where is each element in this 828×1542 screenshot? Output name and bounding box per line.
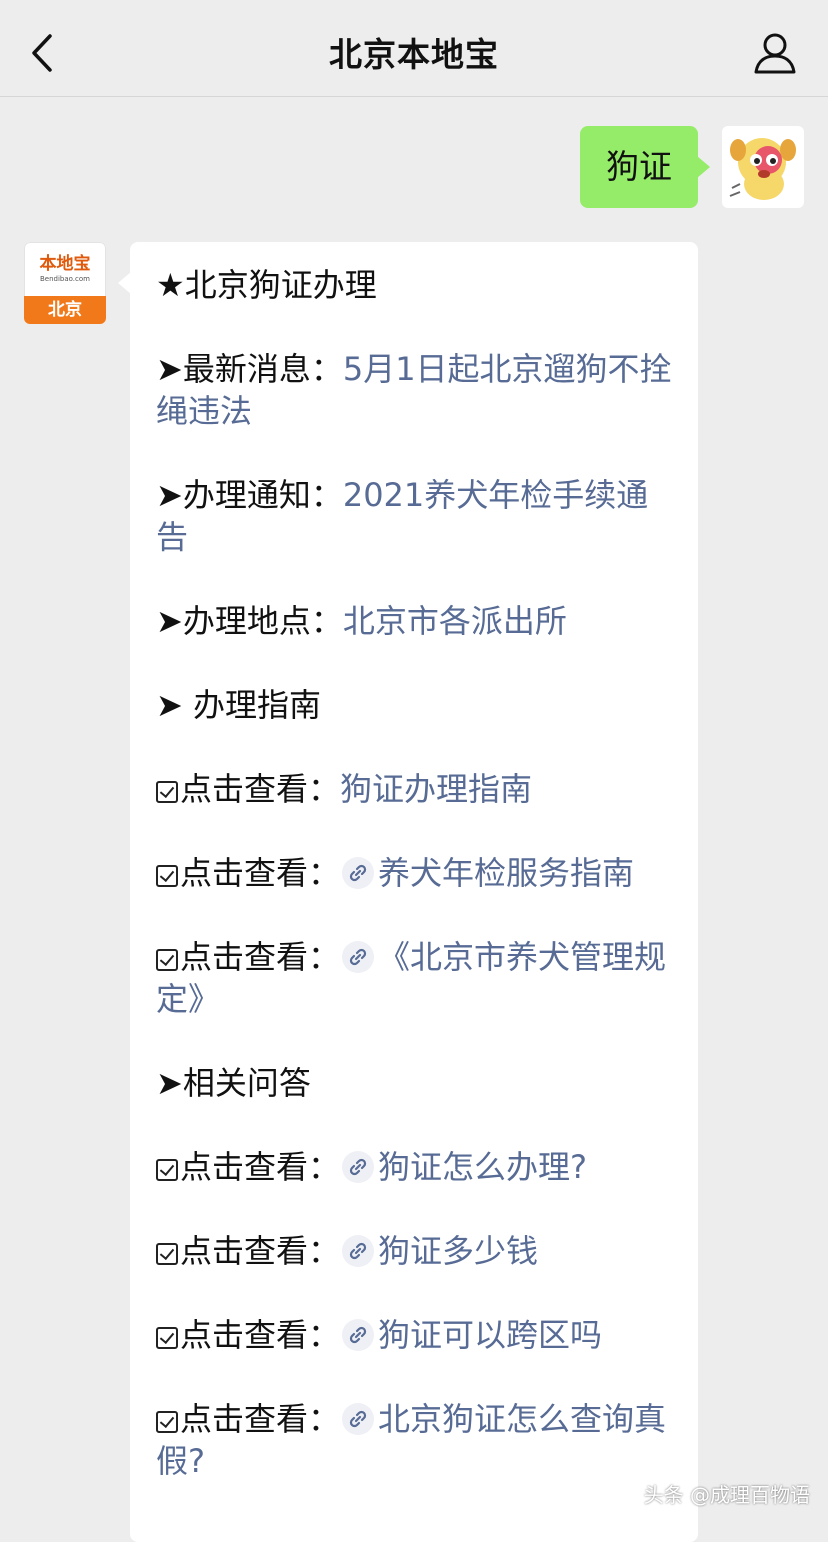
list-item: 点击查看： 狗证可以跨区吗 <box>156 1314 672 1356</box>
page-title: 北京本地宝 <box>329 35 499 74</box>
list-item: 点击查看： 《北京市养犬管理规定》 <box>156 936 672 1020</box>
bot-avatar[interactable]: 本地宝 Bendibao.com 北京 <box>24 242 106 324</box>
checkbox-icon <box>156 1159 178 1181</box>
bot-logo-text: 本地宝 <box>39 254 91 274</box>
list-item: 点击查看： 北京狗证怎么查询真假? <box>156 1398 672 1482</box>
checkbox-icon <box>156 949 178 971</box>
link-icon <box>342 1319 375 1351</box>
checkbox-icon <box>156 865 178 887</box>
checkbox-icon <box>156 781 178 803</box>
item-link[interactable]: 狗证多少钱 <box>378 1232 538 1270</box>
bot-logo: 本地宝 Bendibao.com <box>24 242 106 296</box>
checkbox-icon <box>156 1243 178 1265</box>
list-item: 点击查看： 狗证怎么办理? <box>156 1146 672 1188</box>
item-label: 点击查看： <box>180 1232 341 1270</box>
item-link[interactable]: 北京市各派出所 <box>343 602 567 640</box>
item-label: ➤最新消息： <box>156 350 343 388</box>
link-icon <box>342 1403 375 1435</box>
list-item: ➤办理通知：2021养犬年检手续通告 <box>156 474 672 558</box>
link-icon <box>342 857 375 889</box>
item-label: 点击查看： <box>180 770 341 808</box>
link-icon <box>342 1151 375 1183</box>
cartoon-dog-avatar-icon <box>729 138 796 200</box>
reply-heading: ★北京狗证办理 <box>156 266 377 304</box>
item-label: 点击查看： <box>180 1316 341 1354</box>
list-item: 点击查看： 养犬年检服务指南 <box>156 852 672 894</box>
bot-logo-city: 北京 <box>24 296 106 324</box>
item-link[interactable]: 狗证办理指南 <box>340 770 532 808</box>
watermark: 头条 @成理百物语 <box>643 1483 810 1507</box>
item-label: ➤办理通知： <box>156 476 343 514</box>
list-item: 点击查看：狗证办理指南 <box>156 768 672 810</box>
item-label: 点击查看： <box>180 1148 341 1186</box>
link-icon <box>342 1235 375 1267</box>
item-label: 点击查看： <box>180 938 341 976</box>
item-link[interactable]: 狗证可以跨区吗 <box>378 1316 602 1354</box>
checkbox-icon <box>156 1327 178 1349</box>
bot-logo-subtext: Bendibao.com <box>39 275 90 283</box>
link-icon <box>342 941 375 973</box>
item-label: 点击查看： <box>180 1400 341 1438</box>
list-item: ➤最新消息：5月1日起北京遛狗不拴绳违法 <box>156 348 672 432</box>
user-avatar[interactable] <box>722 126 804 208</box>
section-heading: ➤ 办理指南 <box>156 686 321 724</box>
reply-content: ★北京狗证办理 ➤最新消息：5月1日起北京遛狗不拴绳违法 ➤办理通知：2021养… <box>156 264 672 1524</box>
top-bar: 北京本地宝 <box>0 0 828 97</box>
incoming-message-bubble: ★北京狗证办理 ➤最新消息：5月1日起北京遛狗不拴绳违法 ➤办理通知：2021养… <box>118 242 698 1542</box>
outgoing-message-bubble[interactable]: 狗证 <box>580 126 710 208</box>
outgoing-message-text: 狗证 <box>606 147 672 186</box>
section-heading: ➤相关问答 <box>156 1064 311 1102</box>
user-profile-icon[interactable] <box>752 30 798 76</box>
item-link[interactable]: 养犬年检服务指南 <box>378 854 634 892</box>
item-label: ➤办理地点： <box>156 602 343 640</box>
item-link[interactable]: 狗证怎么办理? <box>378 1148 587 1186</box>
checkbox-icon <box>156 1411 178 1433</box>
list-item: ➤办理地点：北京市各派出所 <box>156 600 672 642</box>
list-item: 点击查看： 狗证多少钱 <box>156 1230 672 1272</box>
item-label: 点击查看： <box>180 854 341 892</box>
